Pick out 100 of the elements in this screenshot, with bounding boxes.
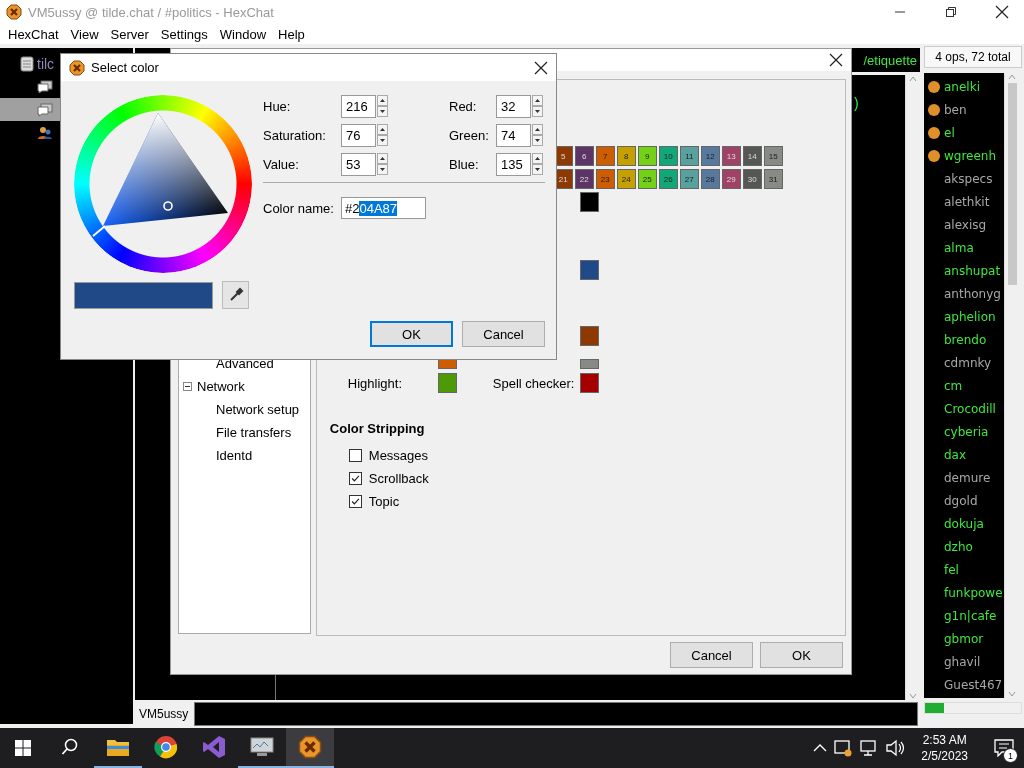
message-input[interactable] [194, 702, 918, 726]
palette-swatch[interactable]: 14 [742, 146, 762, 166]
tree-row[interactable]: tilc [0, 52, 60, 75]
color-swatch[interactable] [579, 326, 599, 346]
tree-item[interactable]: Advanced [216, 356, 274, 371]
search-icon[interactable] [61, 738, 79, 756]
close-icon[interactable] [994, 5, 1009, 19]
color-swatch[interactable] [437, 373, 457, 393]
dialog-button[interactable]: Cancel [462, 321, 545, 347]
spin-down-button[interactable] [532, 164, 543, 175]
nick[interactable]: anshupat [944, 263, 1001, 278]
nick[interactable]: wgreenh [944, 148, 997, 163]
palette-swatch[interactable]: 28 [700, 169, 720, 189]
nick[interactable]: akspecs [944, 171, 993, 186]
nick[interactable]: alexisg [944, 217, 987, 232]
nick[interactable]: anelki [944, 79, 980, 94]
palette-swatch[interactable]: 9 [637, 146, 657, 166]
nick[interactable]: alethkit [944, 194, 990, 209]
color-swatch[interactable] [579, 192, 599, 212]
tree-item[interactable]: File transfers [216, 425, 292, 440]
nick[interactable]: ben [944, 102, 967, 117]
palette-swatch[interactable]: 10 [658, 146, 678, 166]
palette-swatch[interactable]: 24 [616, 169, 636, 189]
menu-item[interactable]: HexChat [2, 26, 65, 42]
dialog-button[interactable]: OK [370, 321, 453, 347]
tree-item[interactable]: Network [197, 379, 245, 394]
scrollbar-thumb[interactable] [1007, 83, 1017, 285]
dialog-button[interactable]: Cancel [670, 642, 753, 668]
nick[interactable]: dgold [944, 493, 978, 508]
nick-button[interactable]: VM5ussy [139, 707, 189, 721]
spin-up-button[interactable] [377, 153, 388, 164]
browser-icon[interactable] [154, 735, 178, 759]
nick[interactable]: ghavil [944, 654, 981, 669]
menu-item[interactable]: Server [104, 26, 155, 42]
eyedropper-button[interactable] [222, 281, 249, 309]
nick[interactable]: gbmor [944, 631, 984, 646]
spin-up-button[interactable] [532, 153, 543, 164]
menu-item[interactable]: Settings [154, 26, 214, 42]
nick[interactable]: cdmnky [944, 355, 992, 370]
collapse-icon[interactable] [183, 382, 192, 391]
number-field[interactable]: 32 [496, 95, 531, 118]
nick[interactable]: fel [944, 562, 959, 577]
color-swatch[interactable] [437, 359, 457, 369]
palette-swatch[interactable]: 15 [763, 146, 783, 166]
spin-down-button[interactable] [377, 106, 388, 117]
number-field[interactable]: 53 [341, 153, 376, 176]
nick[interactable]: dokuja [944, 516, 984, 531]
dialog-button[interactable]: OK [760, 642, 843, 668]
nick[interactable]: cm [944, 378, 963, 393]
color-swatch[interactable] [579, 373, 599, 393]
palette-swatch[interactable]: 29 [721, 169, 741, 189]
nick[interactable]: el [944, 125, 955, 140]
spin-down-button[interactable] [532, 106, 543, 117]
nick[interactable]: Crocodill [944, 401, 996, 416]
palette-swatch[interactable]: 31 [763, 169, 783, 189]
color-name-field[interactable]: #204A87 [341, 197, 426, 219]
nick[interactable]: aphelion [944, 309, 996, 324]
spin-up-button[interactable] [377, 124, 388, 135]
close-icon[interactable] [534, 60, 548, 75]
menu-item[interactable]: Help [272, 26, 311, 42]
hue-marker[interactable] [92, 225, 106, 237]
nick[interactable]: dzho [944, 539, 973, 554]
nick[interactable]: brendo [944, 332, 987, 347]
palette-swatch[interactable]: 12 [700, 146, 720, 166]
nick[interactable]: cyberia [944, 424, 989, 439]
spin-down-button[interactable] [377, 164, 388, 175]
speaker-icon[interactable] [885, 739, 906, 757]
tree-item[interactable]: Identd [216, 448, 253, 463]
checkbox[interactable] [348, 495, 362, 508]
nick[interactable]: funkpowe [944, 585, 1003, 600]
notification-icon[interactable] [994, 739, 1014, 757]
monitor-icon[interactable] [249, 736, 275, 758]
palette-swatch[interactable]: 30 [742, 169, 762, 189]
number-field[interactable]: 216 [341, 95, 376, 118]
checkbox[interactable] [348, 449, 362, 462]
palette-swatch[interactable]: 13 [721, 146, 741, 166]
spin-up-button[interactable] [532, 95, 543, 106]
palette-swatch[interactable]: 6 [574, 146, 594, 166]
palette-swatch[interactable]: 22 [574, 169, 594, 189]
close-icon[interactable] [829, 53, 843, 67]
palette-swatch[interactable]: 23 [595, 169, 615, 189]
window-alert-icon[interactable] [833, 739, 854, 757]
ribbon-icon[interactable] [202, 735, 226, 759]
spin-up-button[interactable] [532, 124, 543, 135]
tree-item[interactable]: Network setup [216, 402, 300, 417]
menu-item[interactable]: View [64, 26, 105, 42]
nick[interactable]: anthonyg [944, 286, 1001, 301]
clock[interactable]: 2:53 AM 2/5/2023 [921, 732, 968, 764]
palette-swatch[interactable]: 26 [658, 169, 678, 189]
checkbox[interactable] [348, 472, 362, 485]
color-swatch[interactable] [579, 260, 599, 280]
nick[interactable]: dax [944, 447, 967, 462]
chevron-up-icon[interactable] [813, 743, 828, 753]
nick[interactable]: demure [944, 470, 991, 485]
nick[interactable]: Guest467 [944, 677, 1003, 692]
nick[interactable]: g1n|cafe [944, 608, 997, 623]
palette-swatch[interactable]: 7 [595, 146, 615, 166]
palette-swatch[interactable]: 27 [679, 169, 699, 189]
number-field[interactable]: 74 [496, 124, 531, 147]
nick[interactable]: alma [944, 240, 974, 255]
